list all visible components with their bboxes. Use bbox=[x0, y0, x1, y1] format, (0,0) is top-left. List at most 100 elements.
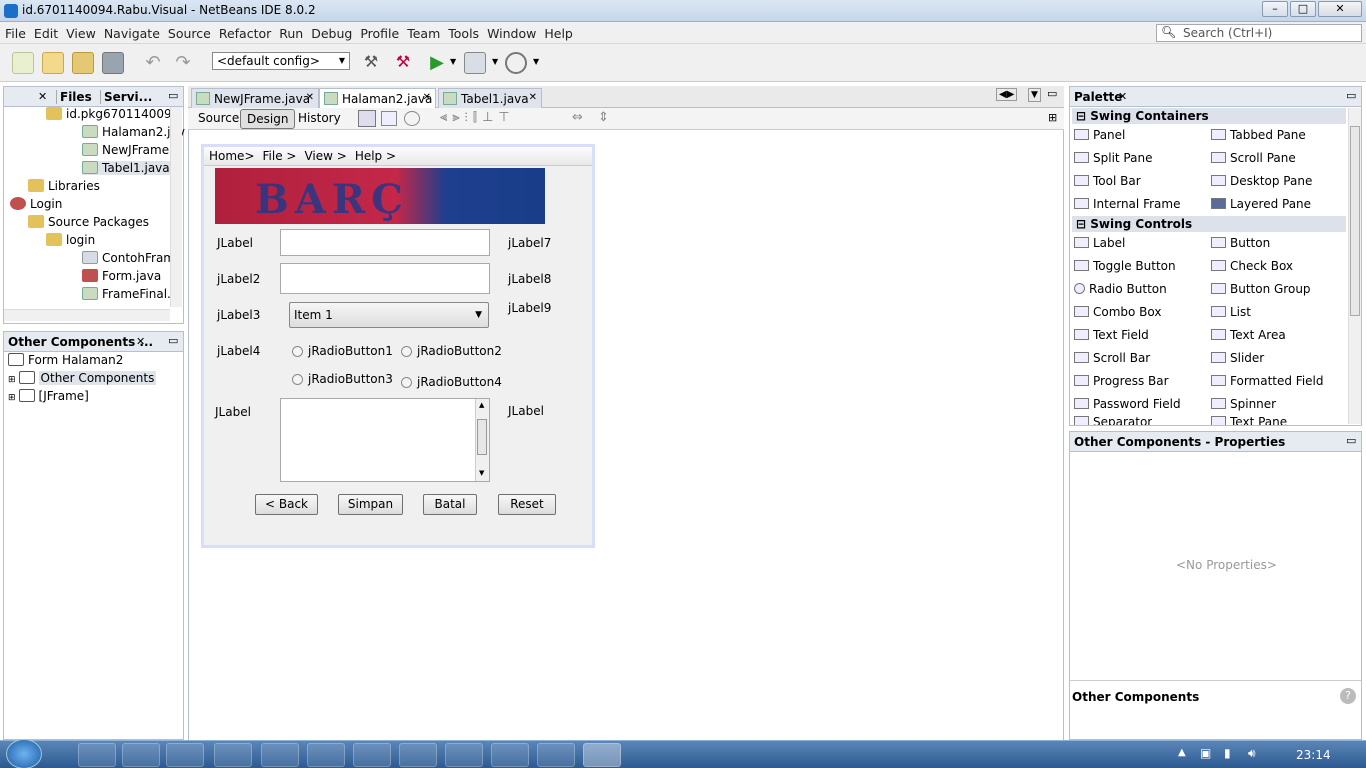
palette-item[interactable]: Text Pane bbox=[1211, 415, 1287, 425]
tree-item[interactable]: Form Halaman2 bbox=[8, 353, 123, 367]
debug-icon[interactable] bbox=[464, 52, 486, 74]
vertical-scrollbar[interactable]: ▲ ▼ bbox=[475, 399, 489, 481]
view-design[interactable]: Design bbox=[240, 109, 296, 129]
radio-button-4[interactable] bbox=[401, 377, 412, 388]
tree-item[interactable]: Login bbox=[10, 197, 62, 211]
palette-item[interactable]: Separator bbox=[1074, 415, 1152, 425]
palette-item[interactable]: Button Group bbox=[1211, 282, 1311, 296]
close-icon[interactable]: ✕ bbox=[306, 92, 314, 103]
scroll-thumb[interactable] bbox=[477, 419, 487, 455]
palette-item[interactable]: Text Field bbox=[1074, 328, 1149, 342]
tree-item[interactable]: ⊞ Other Components bbox=[8, 371, 157, 385]
palette-item[interactable]: Scroll Pane bbox=[1211, 151, 1296, 165]
new-file-icon[interactable] bbox=[12, 52, 34, 74]
resize-horizontal-icon[interactable]: ⇔ bbox=[572, 110, 583, 125]
tab-halaman2[interactable]: Halaman2.java ✕ bbox=[319, 88, 436, 109]
menu-refactor[interactable]: Refactor bbox=[214, 22, 274, 41]
radio-button-1[interactable] bbox=[292, 346, 303, 357]
menu-team[interactable]: Team bbox=[402, 22, 443, 41]
resize-vertical-icon[interactable]: ⇕ bbox=[598, 110, 609, 125]
scroll-tabs-left-icon[interactable]: ◀▶ bbox=[996, 88, 1018, 101]
utility-taskbar-icon[interactable] bbox=[445, 743, 483, 767]
tree-item[interactable]: Form.java bbox=[82, 269, 161, 283]
menu-source[interactable]: Source bbox=[163, 22, 214, 41]
close-button[interactable]: ✕ bbox=[1318, 1, 1362, 17]
menu-view[interactable]: View bbox=[61, 22, 99, 41]
tray-chevron-icon[interactable]: ▲ bbox=[1178, 747, 1186, 758]
vertical-scrollbar[interactable] bbox=[170, 107, 182, 307]
start-button[interactable] bbox=[6, 739, 42, 768]
palette-item[interactable]: Radio Button bbox=[1074, 282, 1167, 296]
save-all-icon[interactable] bbox=[102, 52, 124, 74]
palette-item[interactable]: Combo Box bbox=[1074, 305, 1162, 319]
scroll-thumb[interactable] bbox=[1350, 126, 1360, 316]
batal-button[interactable]: Batal bbox=[423, 494, 477, 515]
menu-help[interactable]: Help bbox=[539, 22, 576, 41]
menu-debug[interactable]: Debug bbox=[306, 22, 355, 41]
maximize-editor-icon[interactable]: ▭ bbox=[1047, 87, 1057, 100]
build-hammer-icon[interactable]: ⚒ bbox=[360, 52, 382, 74]
app-taskbar-icon[interactable] bbox=[537, 743, 575, 767]
palette-item[interactable]: Split Pane bbox=[1074, 151, 1152, 165]
menu-edit[interactable]: Edit bbox=[29, 22, 61, 41]
close-icon[interactable]: ✕ bbox=[529, 92, 537, 103]
palette-category[interactable]: ⊟ Swing Controls bbox=[1072, 216, 1346, 232]
word-taskbar-icon[interactable] bbox=[353, 743, 391, 767]
palette-item[interactable]: Button bbox=[1211, 236, 1270, 250]
steam-taskbar-icon[interactable] bbox=[214, 743, 252, 767]
profile-dropdown-icon[interactable]: ▼ bbox=[533, 57, 539, 66]
close-icon[interactable]: ✕ bbox=[38, 90, 47, 103]
palette-item[interactable]: Slider bbox=[1211, 351, 1264, 365]
tree-item[interactable]: ⊞ [JFrame] bbox=[8, 389, 89, 403]
tree-item[interactable]: Source Packages bbox=[28, 215, 149, 229]
tab-files[interactable]: Files bbox=[56, 90, 92, 104]
palette-item[interactable]: Text Area bbox=[1211, 328, 1286, 342]
palette-item[interactable]: Password Field bbox=[1074, 397, 1181, 411]
line-taskbar-icon[interactable] bbox=[307, 743, 345, 767]
view-history[interactable]: History bbox=[292, 109, 347, 129]
tab-tabel1[interactable]: Tabel1.java ✕ bbox=[438, 88, 542, 108]
palette-item[interactable]: Spinner bbox=[1211, 397, 1276, 411]
search-input[interactable]: 🔍︎ Search (Ctrl+I) bbox=[1156, 24, 1362, 42]
redo-icon[interactable]: ↷ bbox=[172, 52, 194, 74]
palette-item[interactable]: Toggle Button bbox=[1074, 259, 1176, 273]
clock[interactable]: 23:14 bbox=[1296, 748, 1331, 762]
palette-item[interactable]: Tool Bar bbox=[1074, 174, 1141, 188]
menu-tools[interactable]: Tools bbox=[443, 22, 482, 41]
tree-item[interactable]: Libraries bbox=[28, 179, 100, 193]
preview-design-icon[interactable] bbox=[404, 111, 420, 126]
undo-icon[interactable]: ↶ bbox=[142, 52, 164, 74]
back-button[interactable]: < Back bbox=[255, 494, 318, 515]
menu-profile[interactable]: Profile bbox=[355, 22, 402, 41]
run-dropdown-icon[interactable]: ▼ bbox=[450, 57, 456, 66]
tree-item[interactable]: login bbox=[46, 233, 95, 247]
palette-item[interactable]: Check Box bbox=[1211, 259, 1293, 273]
form-menu-home[interactable]: Home> bbox=[204, 147, 258, 163]
palette-item[interactable]: Layered Pane bbox=[1211, 197, 1311, 211]
palette-category[interactable]: ⊟ Swing Containers bbox=[1072, 108, 1346, 124]
palette-item[interactable]: Panel bbox=[1074, 128, 1125, 142]
selection-mode-icon[interactable] bbox=[358, 110, 376, 127]
tab-newjframe[interactable]: NewJFrame.java ✕ bbox=[191, 88, 319, 108]
tree-item[interactable]: NewJFrame.j bbox=[82, 143, 176, 157]
expand-icon[interactable]: ⊞ bbox=[1048, 111, 1057, 124]
palette-item[interactable]: Formatted Field bbox=[1211, 374, 1324, 388]
form-menu-view[interactable]: View > bbox=[299, 147, 349, 163]
reset-button[interactable]: Reset bbox=[498, 494, 556, 515]
connection-mode-icon[interactable] bbox=[381, 111, 397, 126]
tree-item[interactable]: FrameFinal.ja bbox=[82, 287, 182, 301]
palette-item[interactable]: Progress Bar bbox=[1074, 374, 1169, 388]
help-icon[interactable]: ? bbox=[1340, 688, 1356, 704]
text-field-1[interactable] bbox=[280, 229, 490, 256]
minimize-panel-icon[interactable]: ▭ bbox=[168, 334, 178, 347]
combo-box[interactable]: Item 1 ▼ bbox=[289, 302, 489, 328]
maximize-button[interactable]: □ bbox=[1290, 1, 1316, 17]
palette-item[interactable]: Desktop Pane bbox=[1211, 174, 1312, 188]
palette-item[interactable]: Scroll Bar bbox=[1074, 351, 1150, 365]
tab-services[interactable]: Servi... bbox=[100, 90, 152, 104]
radio-label[interactable]: jRadioButton2 bbox=[417, 344, 502, 358]
minimize-panel-icon[interactable]: ▭ bbox=[1346, 89, 1356, 102]
tray-device-icon[interactable]: ▣ bbox=[1200, 746, 1211, 760]
palette-item[interactable]: Label bbox=[1074, 236, 1125, 250]
minimize-panel-icon[interactable]: ▭ bbox=[168, 89, 178, 102]
